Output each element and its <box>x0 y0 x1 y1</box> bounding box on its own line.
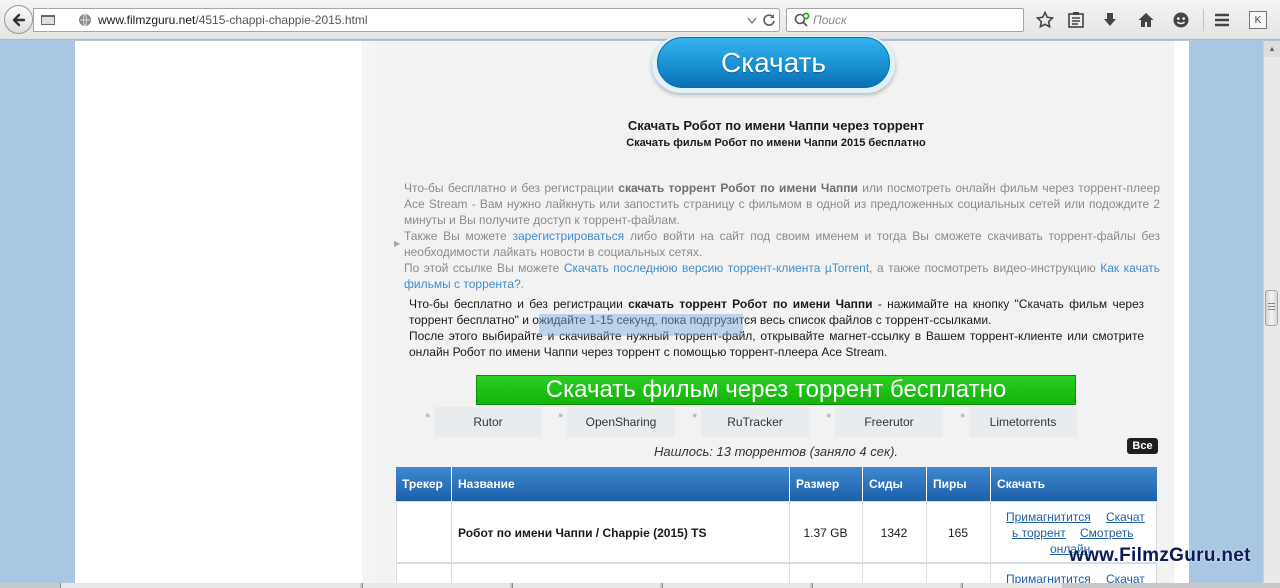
scroll-grip <box>1268 306 1275 307</box>
reload-icon[interactable] <box>762 13 776 27</box>
watch-online-link[interactable]: Смотреть <box>1080 526 1134 540</box>
instr-p1-bold: скачать торрент Робот по имени Чаппи <box>628 297 873 311</box>
bookmark-star-icon[interactable] <box>1033 8 1057 32</box>
download-icon[interactable] <box>1098 8 1122 32</box>
tab-bullet: ● <box>826 410 832 420</box>
home-icon[interactable] <box>1134 8 1158 32</box>
tab-bullet: ● <box>558 410 564 420</box>
column-divider <box>990 501 991 588</box>
globe-icon[interactable] <box>78 13 92 27</box>
url-domain: www.filmzguru.net <box>98 13 196 27</box>
col-header-download[interactable]: Скачать <box>990 467 1157 501</box>
register-link[interactable]: зарегистрироваться <box>512 229 624 243</box>
info-p3-end: . <box>520 277 525 291</box>
scroll-grip <box>1268 303 1275 304</box>
utorrent-link[interactable]: Скачать последнюю версию торрент-клиента… <box>564 261 869 275</box>
url-text[interactable]: www.filmzguru.net/4515-chappi-chappie-20… <box>98 13 368 27</box>
info-text-gray: Что-бы бесплатно и без регистрации скача… <box>404 180 1160 292</box>
col-header-size[interactable]: Размер <box>789 467 862 501</box>
tab-rutracker[interactable]: RuTracker <box>701 407 809 437</box>
tab-limetorrents[interactable]: Limetorrents <box>969 407 1077 437</box>
info-text-black: Что-бы бесплатно и без регистрации скача… <box>409 296 1144 360</box>
extension-label: K <box>1249 11 1267 29</box>
tab-bullet: ● <box>960 410 966 420</box>
torrent-size: 1.37 GB <box>803 526 848 540</box>
torrent-download-button[interactable]: Скачать фильм через торрент бесплатно <box>476 375 1076 405</box>
tab-rutor[interactable]: Rutor <box>434 407 542 437</box>
info-p3-mid: , а также посмотреть видео-инструкцию <box>869 261 1101 275</box>
instr-p2-text: После этого выбирайте и скачивайте нужны… <box>409 329 1144 359</box>
taskbar-item[interactable] <box>962 583 1062 588</box>
tab-bullet: ● <box>425 410 431 420</box>
magnet-link-cont[interactable]: ь торрент <box>1012 526 1066 540</box>
taskbar-item[interactable] <box>60 583 360 588</box>
info-p1-text: Что-бы бесплатно и без регистрации <box>404 181 619 195</box>
search-result-count: Нашлось: 13 торрентов (заняло 4 сек). <box>653 444 899 459</box>
back-arrow-icon <box>12 13 25 26</box>
column-divider <box>926 501 927 588</box>
tabs-grid-icon[interactable] <box>40 13 56 27</box>
col-header-seeds[interactable]: Сиды <box>862 467 926 501</box>
col-header-name[interactable]: Название <box>451 467 789 501</box>
page-subtitle: Скачать фильм Робот по имени Чаппи 2015 … <box>626 137 926 149</box>
download-button[interactable]: Скачать <box>657 37 890 88</box>
expand-arrow-icon[interactable]: ▶ <box>394 239 400 248</box>
url-bar[interactable]: www.filmzguru.net/4515-chappi-chappie-20… <box>33 8 780 32</box>
extension-k-icon[interactable]: K <box>1246 8 1270 32</box>
torrent-name: Робот по имени Чаппи / Chappie (2015) TS <box>458 526 707 540</box>
toolbar-separator <box>1203 9 1204 31</box>
browser-toolbar: www.filmzguru.net/4515-chappi-chappie-20… <box>0 0 1280 40</box>
info-p3-text: По этой ссылке Вы можете <box>404 261 564 275</box>
search-placeholder: Поиск <box>813 13 847 27</box>
tab-freerutor[interactable]: Freerutor <box>835 407 943 437</box>
menu-icon[interactable] <box>1210 8 1234 32</box>
site-watermark: www.FilmzGuru.net <box>1069 545 1251 566</box>
reading-list-icon[interactable] <box>1064 8 1088 32</box>
back-button[interactable] <box>4 5 33 34</box>
tab-bullet: ● <box>692 410 698 420</box>
torrent-seeds: 1342 <box>880 526 908 540</box>
search-engine-icon[interactable] <box>793 12 811 28</box>
dropdown-arrow-icon[interactable] <box>746 14 758 26</box>
col-header-tracker[interactable]: Трекер <box>396 467 451 501</box>
column-divider <box>862 501 863 588</box>
emoji-icon[interactable] <box>1169 8 1193 32</box>
left-column-divider <box>362 41 378 588</box>
torrent-peers: 165 <box>947 526 969 540</box>
tab-opensharing[interactable]: OpenSharing <box>567 407 675 437</box>
url-path: /4515-chappi-chappie-2015.html <box>195 13 368 27</box>
column-divider <box>789 501 790 588</box>
taskbar-item[interactable] <box>662 583 810 588</box>
taskbar-item[interactable] <box>812 583 960 588</box>
magnet-link[interactable]: Примагнитится <box>1006 510 1091 524</box>
scroll-grip <box>1268 309 1275 310</box>
selection-overlay <box>539 314 743 336</box>
info-p2-text: Также Вы можете <box>404 229 513 243</box>
instr-p1-text: Что-бы бесплатно и без регистрации <box>409 297 629 311</box>
info-p1-bold: скачать торрент Робот по имени Чаппи <box>618 181 858 195</box>
page-title: Скачать Робот по имени Чаппи через торре… <box>627 118 925 133</box>
scrollbar-thumb[interactable] <box>1265 290 1278 326</box>
scroll-up-arrow-icon[interactable]: ▲ <box>1264 41 1280 57</box>
download-torrent-link[interactable]: Скачат <box>1106 510 1145 524</box>
col-header-peers[interactable]: Пиры <box>926 467 990 501</box>
column-divider <box>451 501 452 588</box>
taskbar-item[interactable] <box>362 583 510 588</box>
search-bar[interactable]: Поиск <box>786 8 1024 32</box>
taskbar-item[interactable] <box>512 583 660 588</box>
